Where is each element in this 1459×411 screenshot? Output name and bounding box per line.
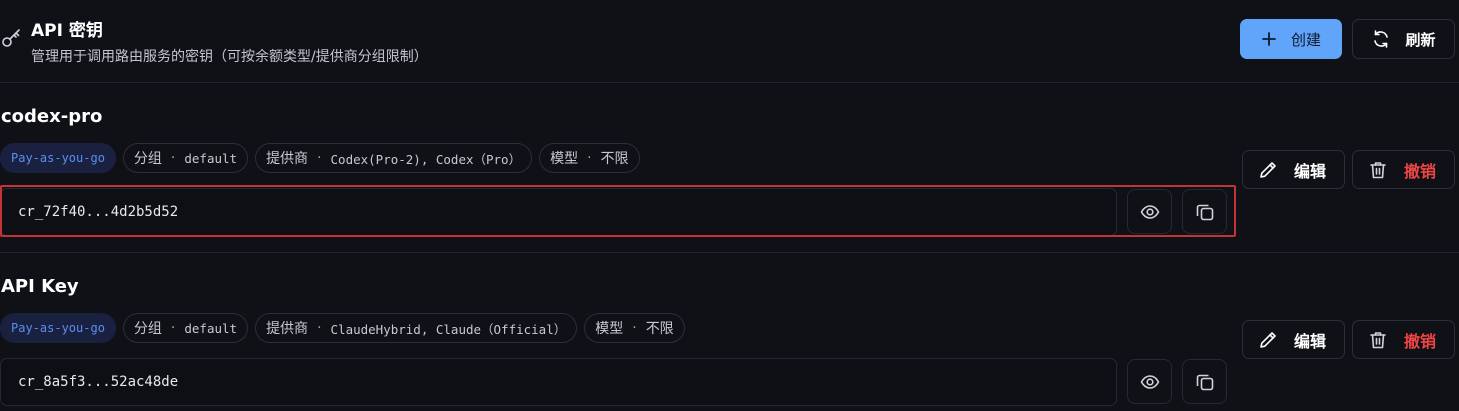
key-name: API Key (1, 276, 79, 297)
provider-tag: 提供商 · ClaudeHybrid, Claude（Official） (255, 313, 578, 343)
trash-icon (1368, 330, 1388, 350)
copy-icon (1195, 202, 1215, 222)
key-tags: Pay-as-you-go 分组 · default 提供商 · ClaudeH… (0, 313, 685, 343)
trash-icon (1368, 160, 1388, 180)
model-tag: 模型 · 不限 (539, 143, 640, 173)
billing-type-badge: Pay-as-you-go (0, 313, 116, 343)
create-button-label: 创建 (1290, 30, 1321, 49)
edit-button-label: 编辑 (1294, 331, 1327, 351)
provider-tag-value: ClaudeHybrid, Claude（Official） (330, 321, 567, 337)
refresh-button[interactable]: 刷新 (1352, 19, 1455, 59)
pencil-icon (1258, 160, 1278, 180)
group-tag-label: 分组 (133, 321, 162, 337)
tag-separator: · (317, 320, 322, 336)
masked-key-field[interactable]: cr_8a5f3...52ac48de (0, 358, 1117, 406)
model-tag-value: 不限 (600, 151, 629, 167)
revoke-button[interactable]: 撤销 (1352, 150, 1455, 189)
edit-button[interactable]: 编辑 (1242, 150, 1345, 189)
provider-tag-label: 提供商 (266, 151, 309, 167)
api-key-card: codex-pro Pay-as-you-go 分组 · default 提供商… (0, 84, 1459, 253)
group-tag: 分组 · default (122, 313, 249, 343)
group-tag-value: default (184, 320, 238, 336)
refresh-button-label: 刷新 (1405, 30, 1436, 49)
model-tag: 模型 · 不限 (584, 313, 685, 343)
refresh-icon (1371, 29, 1391, 49)
reveal-key-button[interactable] (1127, 359, 1172, 404)
reveal-key-button[interactable] (1127, 189, 1172, 234)
copy-key-button[interactable] (1182, 189, 1227, 234)
revoke-button-label: 撤销 (1404, 161, 1437, 181)
eye-icon (1140, 202, 1160, 222)
tag-separator: · (170, 320, 176, 336)
provider-tag: 提供商 · Codex(Pro-2), Codex（Pro） (255, 143, 533, 173)
plus-icon (1261, 31, 1277, 47)
group-tag: 分组 · default (122, 143, 249, 173)
edit-button[interactable]: 编辑 (1242, 320, 1345, 359)
page-title: API 密钥 (31, 21, 103, 41)
key-name: codex-pro (1, 106, 103, 127)
edit-button-label: 编辑 (1294, 161, 1327, 181)
create-button[interactable]: 创建 (1240, 19, 1342, 59)
group-tag-value: default (184, 150, 238, 166)
eye-icon (1140, 372, 1160, 392)
key-tags: Pay-as-you-go 分组 · default 提供商 · Codex(P… (0, 143, 640, 173)
provider-tag-label: 提供商 (266, 321, 309, 337)
key-icon (1, 27, 23, 49)
pencil-icon (1258, 330, 1278, 350)
api-key-card: API Key Pay-as-you-go 分组 · default 提供商 ·… (0, 254, 1459, 411)
model-tag-value: 不限 (645, 321, 674, 337)
masked-key-field[interactable]: cr_72f40...4d2b5d52 (0, 188, 1117, 236)
copy-key-button[interactable] (1182, 359, 1227, 404)
tag-separator: · (587, 150, 592, 166)
revoke-button[interactable]: 撤销 (1352, 320, 1455, 359)
model-tag-label: 模型 (550, 151, 579, 167)
tag-separator: · (170, 150, 176, 166)
page-header: API 密钥 管理用于调用路由服务的密钥（可按余额类型/提供商分组限制） 创建 … (0, 0, 1459, 83)
tag-separator: · (632, 320, 637, 336)
tag-separator: · (317, 150, 322, 166)
billing-type-badge: Pay-as-you-go (0, 143, 116, 173)
group-tag-label: 分组 (133, 151, 162, 167)
page-subtitle: 管理用于调用路由服务的密钥（可按余额类型/提供商分组限制） (31, 49, 428, 65)
revoke-button-label: 撤销 (1404, 331, 1437, 351)
copy-icon (1195, 372, 1215, 392)
provider-tag-value: Codex(Pro-2), Codex（Pro） (330, 151, 522, 167)
model-tag-label: 模型 (595, 321, 624, 337)
